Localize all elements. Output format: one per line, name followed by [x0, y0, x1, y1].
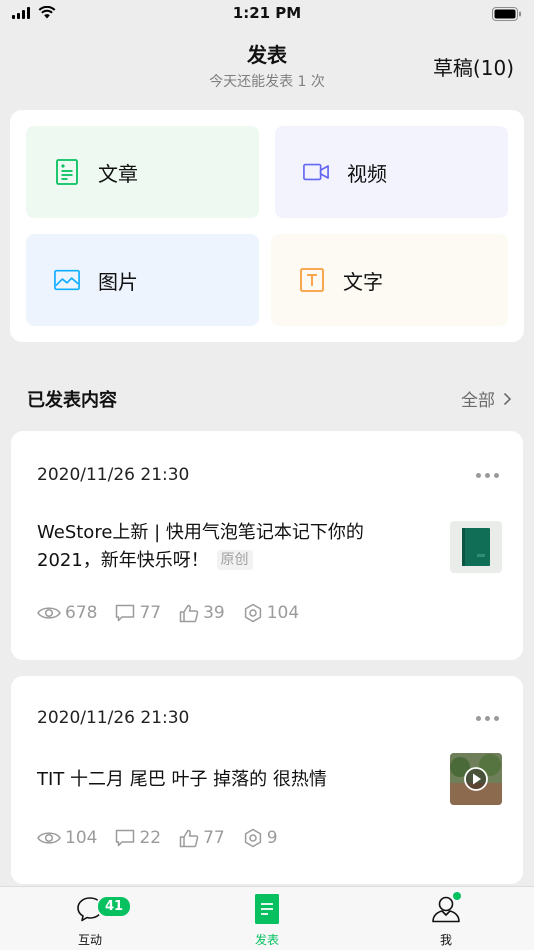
view-all-button[interactable]: 全部 — [461, 386, 512, 411]
video-thumbnail — [450, 753, 502, 805]
tab-bar: 41 互动 发表 我 — [0, 886, 534, 950]
post-title-text: TIT 十二月 尾巴 叶子 掉落的 很热情 — [37, 769, 327, 790]
post-stats: 678 77 39 104 — [37, 603, 317, 623]
more-options-icon[interactable] — [476, 473, 499, 478]
tab-interaction-label: 互动 — [77, 933, 102, 947]
shares-stat: 9 — [243, 828, 278, 848]
unread-count-badge: 41 — [96, 895, 133, 918]
shares-count: 104 — [266, 603, 300, 623]
comments-count: 22 — [139, 828, 162, 848]
views-stat: 104 — [37, 828, 97, 848]
published-section-title: 已发表内容 — [27, 390, 117, 411]
chevron-right-icon — [503, 392, 512, 405]
eye-icon — [37, 607, 61, 619]
publish-article-button[interactable]: 文章 — [26, 126, 259, 218]
share-icon — [244, 828, 261, 848]
publish-video-button[interactable]: 视频 — [275, 126, 508, 218]
publish-image-button[interactable]: 图片 — [26, 234, 259, 326]
more-options-icon[interactable] — [476, 716, 499, 721]
publish-article-label: 文章 — [98, 161, 138, 186]
status-time: 1:21 PM — [232, 4, 302, 22]
shares-count: 9 — [266, 828, 278, 848]
publish-image-label: 图片 — [98, 269, 138, 294]
comments-stat: 77 — [115, 603, 161, 623]
post-stats: 104 22 77 9 — [37, 828, 296, 848]
tab-me-label: 我 — [439, 933, 452, 947]
comments-stat: 22 — [115, 828, 161, 848]
likes-count: 77 — [203, 828, 225, 848]
likes-stat: 39 — [179, 603, 225, 623]
post-title-text: WeStore上新 | 快用气泡笔记本记下你的2021，新年快乐呀！ — [37, 522, 364, 571]
image-icon — [54, 267, 80, 293]
drafts-button[interactable]: 草稿(10) — [433, 52, 514, 81]
post-title: WeStore上新 | 快用气泡笔记本记下你的2021，新年快乐呀！ 原创 — [37, 519, 417, 575]
document-icon — [255, 894, 279, 924]
publish-text-label: 文字 — [343, 269, 383, 294]
share-icon — [244, 603, 261, 623]
publish-options-card: 文章 视频 图片 文字 — [10, 110, 524, 342]
post-title: TIT 十二月 尾巴 叶子 掉落的 很热情 — [37, 766, 417, 794]
post-date: 2020/11/26 21:30 — [37, 465, 190, 485]
status-bar: 1:21 PM — [0, 0, 534, 28]
original-badge: 原创 — [216, 550, 253, 570]
comment-icon — [116, 829, 135, 847]
thumbs-up-icon — [179, 604, 199, 622]
likes-count: 39 — [203, 603, 225, 623]
tab-me[interactable]: 我 — [406, 891, 486, 948]
view-all-label: 全部 — [461, 391, 495, 411]
comment-icon — [116, 604, 135, 622]
article-icon — [54, 159, 80, 185]
likes-stat: 77 — [179, 828, 225, 848]
page-header: 发表 今天还能发表 1 次 草稿(10) — [0, 34, 534, 94]
tab-publish-label: 发表 — [254, 933, 279, 947]
post-card[interactable]: 2020/11/26 21:30 TIT 十二月 尾巴 叶子 掉落的 很热情 1… — [11, 676, 523, 884]
notification-dot — [453, 892, 461, 900]
thumbs-up-icon — [179, 829, 199, 847]
eye-icon — [37, 832, 61, 844]
views-count: 678 — [65, 603, 98, 623]
notebook-thumbnail — [450, 521, 502, 573]
views-count: 104 — [65, 828, 98, 848]
publish-video-label: 视频 — [347, 161, 387, 186]
text-icon — [299, 267, 325, 293]
views-stat: 678 — [37, 603, 97, 623]
shares-stat: 104 — [243, 603, 299, 623]
post-card[interactable]: 2020/11/26 21:30 WeStore上新 | 快用气泡笔记本记下你的… — [11, 431, 523, 660]
tab-publish[interactable]: 发表 — [227, 891, 307, 948]
comments-count: 77 — [139, 603, 162, 623]
tab-interaction[interactable]: 41 互动 — [50, 891, 133, 948]
post-date: 2020/11/26 21:30 — [37, 708, 190, 728]
video-icon — [303, 159, 329, 185]
publish-text-button[interactable]: 文字 — [271, 234, 508, 326]
battery-icon — [492, 6, 522, 25]
